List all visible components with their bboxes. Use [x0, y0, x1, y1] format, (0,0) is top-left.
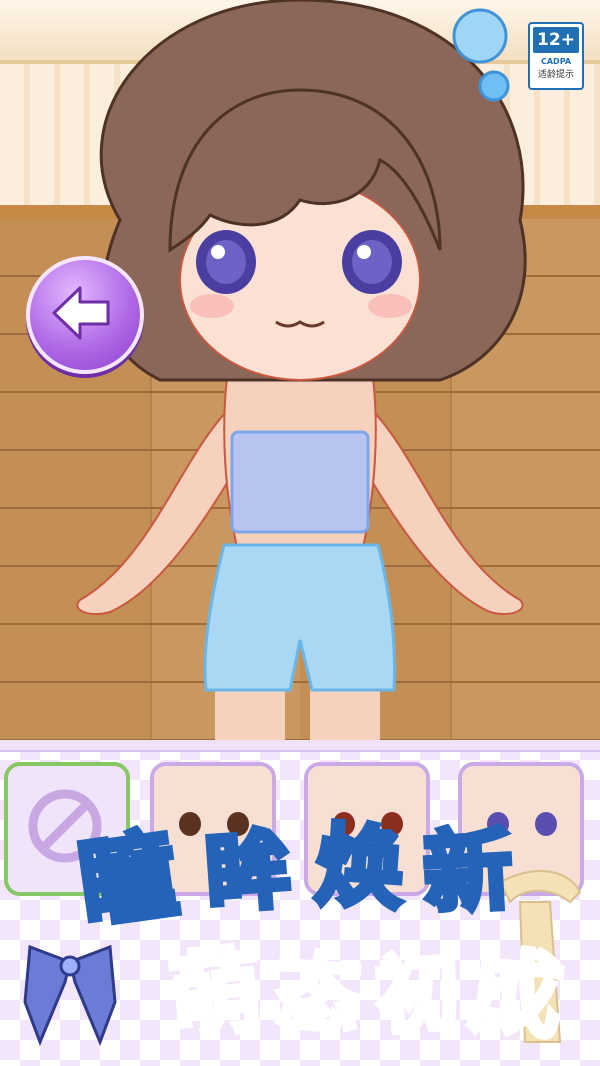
- age-rating: 12+: [533, 27, 579, 53]
- banner-char: 眸: [200, 817, 297, 927]
- rating-notice: 适龄提示: [537, 70, 574, 80]
- banner-char: 成: [462, 934, 570, 1055]
- arrow-left-icon: [52, 286, 110, 340]
- banner-char: 瞳: [70, 815, 187, 945]
- back-button[interactable]: [26, 256, 144, 374]
- age-rating-badge: 12+ CADPA 适龄提示: [528, 22, 584, 90]
- ribbon-decoration: [23, 944, 117, 1047]
- rating-org: CADPA: [540, 57, 572, 66]
- banner-char: 焕: [310, 810, 411, 925]
- banner-char: 萌: [162, 934, 270, 1055]
- banner-char: 新: [418, 815, 517, 928]
- banner-char: 态: [270, 940, 366, 1049]
- game-scene: 12+ CADPA 适龄提示: [0, 0, 600, 740]
